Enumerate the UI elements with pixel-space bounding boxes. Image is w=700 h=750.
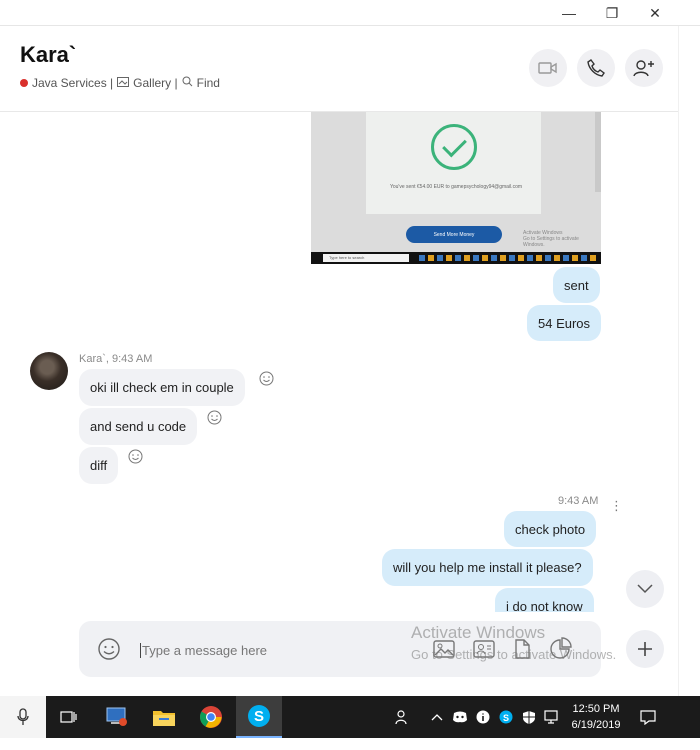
- header-subtitle: Java Services | Gallery | Find: [20, 76, 220, 90]
- gallery-icon: [117, 76, 130, 90]
- more-options-icon[interactable]: ⋮: [610, 498, 623, 514]
- add-content-button[interactable]: [626, 630, 664, 668]
- windows-taskbar: S S 12:50 PM 6/19/2019: [0, 696, 700, 738]
- audio-call-button[interactable]: [577, 49, 615, 87]
- task-view-icon[interactable]: [46, 696, 92, 738]
- network-icon[interactable]: [541, 696, 563, 738]
- security-shield-icon[interactable]: [518, 696, 540, 738]
- find-icon: [182, 76, 193, 90]
- skype-taskbar-icon[interactable]: S: [236, 696, 282, 738]
- screenshot-confirm-text: You've sent €54.00 EUR to gamepsychology…: [389, 184, 523, 190]
- video-camera-icon: [538, 62, 557, 74]
- chat-scrollbar[interactable]: [678, 26, 700, 696]
- add-people-button[interactable]: [625, 49, 663, 87]
- gallery-link[interactable]: Gallery |: [133, 76, 177, 90]
- screenshot-activate-text: Activate Windows Go to Settings to activ…: [523, 230, 579, 248]
- taskbar-time: 12:50 PM: [572, 703, 620, 715]
- chat-area: You've sent €54.00 EUR to gamepsychology…: [0, 112, 678, 612]
- discord-icon[interactable]: [449, 696, 471, 738]
- find-link[interactable]: Find: [197, 76, 220, 90]
- avatar[interactable]: [30, 352, 68, 390]
- message-time: 9:43 AM: [558, 495, 599, 507]
- phone-icon: [587, 59, 605, 77]
- message-input[interactable]: Type a message here: [140, 643, 267, 658]
- smiley-react-icon[interactable]: [259, 371, 274, 386]
- message-bubble-incoming[interactable]: and send u code: [79, 408, 198, 445]
- skype-tray-icon[interactable]: S: [495, 696, 517, 738]
- scroll-to-bottom-button[interactable]: [626, 570, 664, 608]
- video-call-button[interactable]: [529, 49, 567, 87]
- status-text: Java Services |: [32, 76, 114, 90]
- status-dot-icon: [20, 79, 28, 87]
- message-bubble-incoming[interactable]: oki ill check em in couple: [79, 369, 245, 406]
- activate-windows-subtext: Go to Settings to activate Windows.: [411, 647, 617, 662]
- taskbar-clock[interactable]: 12:50 PM 6/19/2019: [566, 701, 626, 733]
- message-bubble-outgoing[interactable]: 54 Euros: [527, 305, 602, 341]
- bottom-edge: [0, 738, 700, 750]
- svg-text:S: S: [503, 713, 509, 723]
- screenshot-search-box: Type here to search: [323, 254, 409, 262]
- smiley-react-icon[interactable]: [128, 449, 143, 464]
- taskbar-date: 6/19/2019: [571, 719, 621, 731]
- maximize-button[interactable]: ❐: [589, 0, 635, 26]
- file-explorer-icon[interactable]: [141, 696, 187, 738]
- remote-desktop-icon[interactable]: [94, 696, 140, 738]
- minimize-button[interactable]: —: [546, 0, 592, 26]
- title-bar: — ❐ ✕: [0, 0, 700, 26]
- activate-windows-watermark: Activate Windows: [411, 623, 546, 642]
- screenshot-taskbar: Type here to search: [311, 252, 601, 264]
- message-bubble-incoming[interactable]: diff: [79, 447, 119, 484]
- message-bubble-outgoing[interactable]: check photo: [504, 511, 597, 547]
- shared-screenshot-image[interactable]: You've sent €54.00 EUR to gamepsychology…: [311, 112, 601, 264]
- chevron-down-icon: [637, 584, 653, 594]
- people-icon[interactable]: [392, 696, 414, 738]
- add-person-icon: [633, 60, 654, 77]
- checkmark-icon: [431, 124, 477, 170]
- show-hidden-icons-chevron-icon[interactable]: [426, 696, 448, 738]
- conversation-header: Kara` Java Services | Gallery | Find: [0, 26, 678, 112]
- smiley-icon: [98, 638, 120, 660]
- notifications-icon[interactable]: [636, 696, 660, 738]
- info-icon[interactable]: [472, 696, 494, 738]
- close-button[interactable]: ✕: [632, 0, 678, 26]
- message-sender-time: Kara`, 9:43 AM: [79, 353, 153, 365]
- contact-name[interactable]: Kara`: [20, 42, 76, 68]
- svg-text:S: S: [254, 708, 264, 725]
- emoji-button[interactable]: [97, 637, 121, 661]
- microphone-icon[interactable]: [0, 696, 46, 738]
- message-bubble-outgoing[interactable]: i do not know: [495, 588, 594, 612]
- smiley-react-icon[interactable]: [207, 410, 222, 425]
- message-bubble-outgoing[interactable]: sent: [553, 267, 600, 303]
- screenshot-scrollbar: [595, 112, 601, 192]
- chrome-icon[interactable]: [188, 696, 234, 738]
- plus-icon: [638, 642, 652, 656]
- message-bubble-outgoing[interactable]: will you help me install it please?: [382, 549, 593, 586]
- screenshot-taskbar-icons: [419, 255, 599, 261]
- screenshot-send-more-button: Send More Money: [406, 226, 502, 243]
